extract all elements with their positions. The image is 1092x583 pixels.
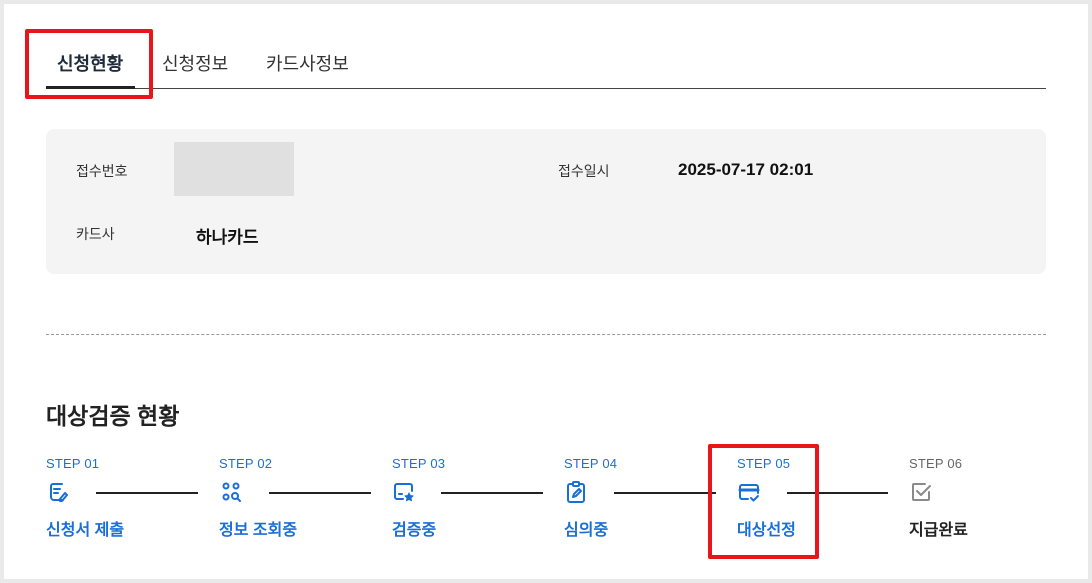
step-number: STEP 05 [737, 456, 791, 471]
step-label: 검증중 [392, 522, 437, 539]
card-check-icon [737, 480, 761, 504]
step-01: STEP 01 신청서 제출 [46, 456, 166, 546]
page-frame: 신청현황 신청정보 카드사정보 접수번호 접수일시 2025-07-17 02:… [4, 4, 1088, 579]
step-number: STEP 01 [46, 456, 100, 471]
active-tab-underline [46, 86, 135, 89]
clipboard-pen-icon [564, 480, 588, 504]
step-label: 대상선정 [737, 522, 796, 539]
step-label: 심의중 [564, 522, 609, 539]
step-06: STEP 06 지급완료 [909, 456, 1029, 546]
receipt-number-label: 접수번호 [76, 163, 128, 179]
step-label: 지급완료 [909, 522, 968, 539]
step-number: STEP 03 [392, 456, 446, 471]
step-04: STEP 04 심의중 [564, 456, 684, 546]
tab-application-info[interactable]: 신청정보 [162, 50, 228, 76]
screen-star-icon [392, 480, 416, 504]
section-title: 대상검증 현황 [46, 403, 180, 429]
section-divider [46, 334, 1046, 335]
step-05: STEP 05 대상선정 [737, 456, 857, 546]
step-02: STEP 02 정보 조회중 [219, 456, 339, 546]
document-pen-icon [46, 480, 70, 504]
step-label: 신청서 제출 [46, 522, 125, 539]
tab-bar: 신청현황 신청정보 카드사정보 [46, 34, 1046, 89]
receipt-date-value: 2025-07-17 02:01 [678, 160, 814, 179]
card-company-value: 하나카드 [196, 228, 259, 247]
step-03: STEP 03 검증중 [392, 456, 512, 546]
tab-card-company-info[interactable]: 카드사정보 [266, 50, 349, 76]
people-search-icon [219, 480, 243, 504]
step-number: STEP 02 [219, 456, 273, 471]
receipt-info-panel: 접수번호 접수일시 2025-07-17 02:01 카드사 하나카드 [46, 129, 1046, 274]
step-label: 정보 조회중 [219, 522, 298, 539]
step-number: STEP 04 [564, 456, 618, 471]
card-company-label: 카드사 [76, 226, 115, 242]
receipt-date-label: 접수일시 [558, 163, 610, 179]
receipt-number-masked [174, 142, 294, 196]
step-number: STEP 06 [909, 456, 963, 471]
tab-application-status[interactable]: 신청현황 [57, 50, 123, 76]
checkbox-icon [909, 480, 933, 504]
